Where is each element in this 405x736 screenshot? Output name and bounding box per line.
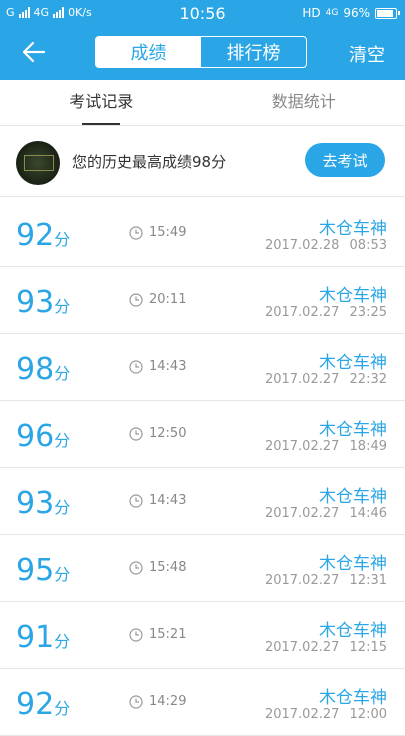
score-unit: 分 xyxy=(54,565,70,584)
duration: 14:29 xyxy=(129,694,186,709)
tab-statistics[interactable]: 数据统计 xyxy=(203,80,405,125)
clock-icon xyxy=(129,561,143,575)
segment-scores[interactable]: 成绩 xyxy=(96,37,201,67)
user-name: 木仓车神 xyxy=(319,415,387,440)
clear-button[interactable]: 清空 xyxy=(349,41,385,67)
tab-exam-records[interactable]: 考试记录 xyxy=(0,80,203,125)
score: 93分 xyxy=(16,285,70,320)
user-name: 木仓车神 xyxy=(319,482,387,507)
list-item[interactable]: 96分 12:50 木仓车神2017.02.27 18:49 xyxy=(0,401,405,468)
user-name: 木仓车神 xyxy=(319,281,387,306)
segment-ranking[interactable]: 排行榜 xyxy=(201,37,306,67)
clock-icon xyxy=(129,226,143,240)
score: 91分 xyxy=(16,620,70,655)
record-date: 2017.02.27 14:46 xyxy=(265,506,387,521)
score-unit: 分 xyxy=(54,230,70,249)
score-value: 92 xyxy=(16,218,54,253)
score-unit: 分 xyxy=(54,699,70,718)
score-unit: 分 xyxy=(54,364,70,383)
list-item[interactable]: 91分 15:21 木仓车神2017.02.27 12:15 xyxy=(0,602,405,669)
duration: 14:43 xyxy=(129,359,186,374)
list-item[interactable]: 92分14:29木仓车神2017.02.27 12:00 xyxy=(0,669,405,736)
hd-label: HD xyxy=(302,6,320,20)
duration-value: 14:29 xyxy=(149,694,186,709)
duration-value: 14:43 xyxy=(149,359,186,374)
duration-value: 20:11 xyxy=(149,292,186,307)
user-name: 木仓车神 xyxy=(319,348,387,373)
score: 92分 xyxy=(16,218,70,253)
clock-icon xyxy=(129,695,143,709)
tab-statistics-label: 数据统计 xyxy=(272,92,336,111)
sub-tabs: 考试记录 数据统计 xyxy=(0,80,405,126)
clock-icon xyxy=(129,360,143,374)
records-list: 92分15:49木仓车神2017.02.28 08:5393分20:11木仓车神… xyxy=(0,200,405,736)
duration: 12:50 xyxy=(129,426,186,441)
score-value: 96 xyxy=(16,419,54,454)
avatar xyxy=(16,141,60,185)
list-item[interactable]: 95分 15:48 木仓车神2017.02.27 12:31 xyxy=(0,535,405,602)
duration-value: 14:43 xyxy=(149,493,186,508)
take-exam-button[interactable]: 去考试 xyxy=(305,143,385,177)
score-value: 95 xyxy=(16,553,54,588)
record-date: 2017.02.27 12:15 xyxy=(265,640,387,655)
duration-value: 15:21 xyxy=(149,627,186,642)
score-value: 93 xyxy=(16,285,54,320)
score-value: 92 xyxy=(16,687,54,722)
score: 96分 xyxy=(16,419,70,454)
score: 93分 xyxy=(16,486,70,521)
list-item[interactable]: 93分 14:43 木仓车神2017.02.27 14:46 xyxy=(0,468,405,535)
score: 95分 xyxy=(16,553,70,588)
duration-value: 15:49 xyxy=(149,225,186,240)
battery-icon xyxy=(375,8,397,19)
status-right: HD 4G 96% xyxy=(302,6,397,20)
record-date: 2017.02.27 22:32 xyxy=(265,372,387,387)
score-unit: 分 xyxy=(54,297,70,316)
record-date: 2017.02.27 23:25 xyxy=(265,305,387,320)
duration: 15:48 xyxy=(129,560,186,575)
clock-icon xyxy=(129,427,143,441)
clock-icon xyxy=(129,628,143,642)
tab-underline xyxy=(82,123,120,125)
score-value: 91 xyxy=(16,620,54,655)
score-value: 98 xyxy=(16,352,54,387)
list-item[interactable]: 98分 14:43 木仓车神2017.02.27 22:32 xyxy=(0,334,405,401)
score-value: 93 xyxy=(16,486,54,521)
duration: 15:49 xyxy=(129,225,186,240)
record-date: 2017.02.27 12:31 xyxy=(265,573,387,588)
duration: 20:11 xyxy=(129,292,186,307)
back-arrow-icon[interactable] xyxy=(20,38,48,66)
user-name: 木仓车神 xyxy=(319,214,387,239)
segment-control: 成绩 排行榜 xyxy=(95,36,307,68)
user-name: 木仓车神 xyxy=(319,549,387,574)
duration-value: 12:50 xyxy=(149,426,186,441)
battery-percent: 96% xyxy=(343,6,370,20)
score-unit: 分 xyxy=(54,431,70,450)
user-name: 木仓车神 xyxy=(319,683,387,708)
status-bar: G 4G 0K/s 10:56 HD 4G 96% xyxy=(0,0,405,28)
score-unit: 分 xyxy=(54,632,70,651)
app-header: G 4G 0K/s 10:56 HD 4G 96% 成绩 排行榜 清空 xyxy=(0,0,405,80)
net-right-label: 4G xyxy=(326,8,339,18)
list-item[interactable]: 93分 20:11 木仓车神2017.02.27 23:25 xyxy=(0,267,405,334)
score-unit: 分 xyxy=(54,498,70,517)
tab-exam-records-label: 考试记录 xyxy=(69,92,133,111)
duration: 14:43 xyxy=(129,493,186,508)
duration: 15:21 xyxy=(129,627,186,642)
best-score-text: 您的历史最高成绩98分 xyxy=(72,151,226,172)
clock-icon xyxy=(129,293,143,307)
best-score-banner: 您的历史最高成绩98分 去考试 xyxy=(0,126,405,197)
score: 92分 xyxy=(16,687,70,722)
score: 98分 xyxy=(16,352,70,387)
record-date: 2017.02.28 08:53 xyxy=(265,238,387,253)
list-item[interactable]: 92分 15:49 木仓车神2017.02.28 08:53 xyxy=(0,200,405,267)
clock-icon xyxy=(129,494,143,508)
duration-value: 15:48 xyxy=(149,560,186,575)
record-date: 2017.02.27 18:49 xyxy=(265,439,387,454)
user-name: 木仓车神 xyxy=(319,616,387,641)
